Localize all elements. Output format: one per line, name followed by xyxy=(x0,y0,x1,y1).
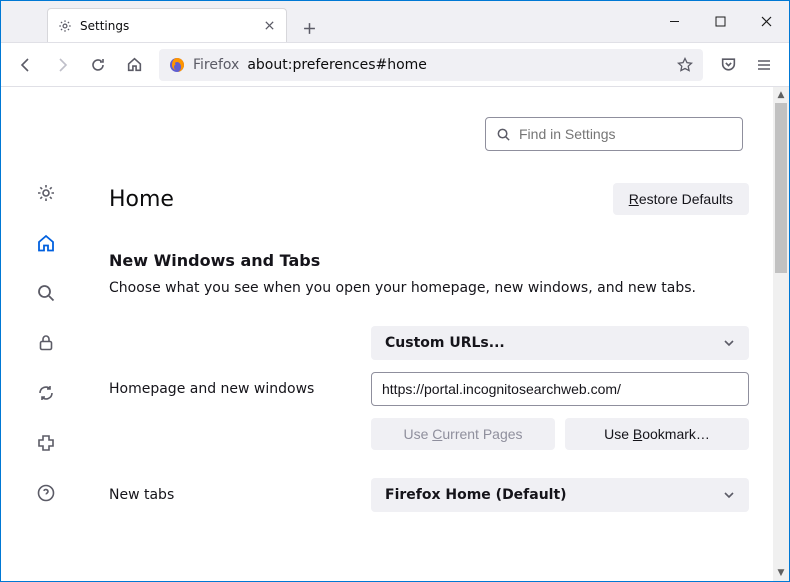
sidebar-privacy-icon[interactable] xyxy=(35,332,57,354)
home-button[interactable] xyxy=(117,48,151,82)
main-panel: Home Restore Defaults New Windows and Ta… xyxy=(91,87,789,581)
page-title: Home xyxy=(109,187,174,212)
pocket-button[interactable] xyxy=(711,48,745,82)
back-button[interactable] xyxy=(9,48,43,82)
firefox-icon xyxy=(169,57,185,73)
homepage-url-input[interactable] xyxy=(371,372,749,406)
restore-defaults-button[interactable]: Restore Defaults xyxy=(613,183,749,215)
scroll-down-arrow[interactable]: ▼ xyxy=(773,565,789,581)
vertical-scrollbar[interactable]: ▲ ▼ xyxy=(773,87,789,581)
homepage-mode-select[interactable]: Custom URLs... xyxy=(371,326,749,360)
sidebar xyxy=(1,87,91,581)
sidebar-sync-icon[interactable] xyxy=(35,382,57,404)
tab-settings[interactable]: Settings xyxy=(47,8,287,42)
new-tab-button[interactable] xyxy=(295,14,323,42)
titlebar: Settings xyxy=(1,1,789,43)
toolbar: Firefox about:preferences#home xyxy=(1,43,789,87)
gear-icon xyxy=(58,19,72,33)
scroll-up-arrow[interactable]: ▲ xyxy=(773,87,789,103)
scroll-track[interactable] xyxy=(773,103,789,565)
section-description: Choose what you see when you open your h… xyxy=(109,280,749,296)
forward-button[interactable] xyxy=(45,48,79,82)
find-settings-box[interactable] xyxy=(485,117,743,151)
close-tab-icon[interactable] xyxy=(262,19,276,33)
tab-label: Settings xyxy=(80,19,254,33)
menu-button[interactable] xyxy=(747,48,781,82)
window-controls xyxy=(651,1,789,42)
minimize-button[interactable] xyxy=(651,1,697,42)
sidebar-general-icon[interactable] xyxy=(35,182,57,204)
bookmark-star-icon[interactable] xyxy=(677,57,693,73)
content-area: Home Restore Defaults New Windows and Ta… xyxy=(1,87,789,581)
tabs-area: Settings xyxy=(1,1,651,42)
scroll-thumb[interactable] xyxy=(775,103,787,273)
homepage-mode-value: Custom URLs... xyxy=(385,335,505,351)
newtabs-value: Firefox Home (Default) xyxy=(385,487,567,503)
homepage-label: Homepage and new windows xyxy=(109,381,359,397)
use-bookmark-button[interactable]: Use Bookmark… xyxy=(565,418,749,450)
use-current-pages-button[interactable]: Use Current Pages xyxy=(371,418,555,450)
sidebar-extensions-icon[interactable] xyxy=(35,432,57,454)
sidebar-help-icon[interactable] xyxy=(35,482,57,504)
address-bar[interactable]: Firefox about:preferences#home xyxy=(159,49,703,81)
search-icon xyxy=(496,127,511,142)
reload-button[interactable] xyxy=(81,48,115,82)
sidebar-home-icon[interactable] xyxy=(35,232,57,254)
chevron-down-icon xyxy=(723,337,735,349)
section-heading: New Windows and Tabs xyxy=(109,251,749,270)
maximize-button[interactable] xyxy=(697,1,743,42)
address-protocol: Firefox xyxy=(193,57,239,73)
find-settings-input[interactable] xyxy=(519,126,732,142)
close-window-button[interactable] xyxy=(743,1,789,42)
sidebar-search-icon[interactable] xyxy=(35,282,57,304)
address-url: about:preferences#home xyxy=(247,57,427,73)
newtabs-label: New tabs xyxy=(109,487,359,503)
chevron-down-icon xyxy=(723,489,735,501)
newtabs-select[interactable]: Firefox Home (Default) xyxy=(371,478,749,512)
